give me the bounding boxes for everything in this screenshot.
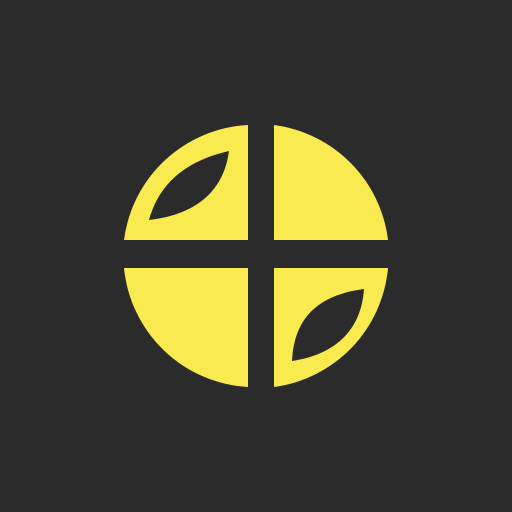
background — [0, 0, 512, 512]
app-icon-canvas — [0, 0, 512, 512]
logo-svg — [0, 0, 512, 512]
